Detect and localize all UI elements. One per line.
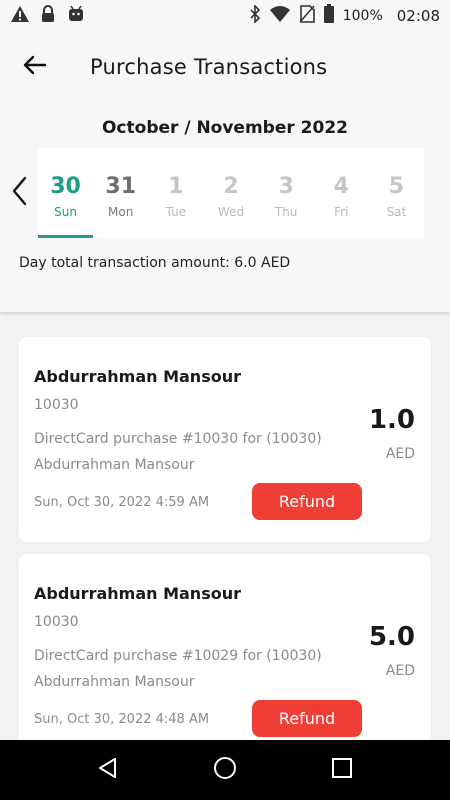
day-tue[interactable]: 1 Tue xyxy=(148,148,203,238)
refund-button[interactable]: Refund xyxy=(252,483,362,520)
transaction-date: Sun, Oct 30, 2022 4:48 AM xyxy=(34,712,210,727)
transaction-description: DirectCard purchase #10029 for (10030) A… xyxy=(34,648,322,690)
back-button[interactable] xyxy=(12,44,58,90)
chevron-left-icon xyxy=(11,176,27,210)
customer-name: Abdurrahman Mansour xyxy=(34,584,241,603)
status-system: 100% 02:08 xyxy=(249,4,440,28)
day-number: 30 xyxy=(50,174,81,199)
home-circle-icon xyxy=(213,756,237,784)
nav-recents-button[interactable] xyxy=(317,745,367,795)
no-sim-icon xyxy=(299,5,315,27)
customer-id: 10030 xyxy=(34,614,79,630)
app-header: Purchase Transactions xyxy=(0,32,450,102)
day-number: 31 xyxy=(105,174,137,199)
transaction-amount: 1.0 xyxy=(368,405,415,435)
lock-icon xyxy=(40,5,56,27)
day-number: 5 xyxy=(388,174,405,199)
bluetooth-icon xyxy=(249,4,261,27)
transaction-description: DirectCard purchase #10030 for (10030) A… xyxy=(34,431,322,473)
day-name: Thu xyxy=(274,205,298,219)
day-name: Sun xyxy=(54,205,77,219)
customer-name: Abdurrahman Mansour xyxy=(34,367,241,386)
date-panel: October / November 2022 30 Sun 31 Mon 1 … xyxy=(0,102,450,312)
android-icon xyxy=(66,5,86,27)
day-total-amount: Day total transaction amount: 6.0 AED xyxy=(19,255,291,271)
battery-level: 100% xyxy=(342,8,383,24)
transaction-card[interactable]: Abdurrahman Mansour 10030 DirectCard pur… xyxy=(19,337,431,542)
navigation-bar xyxy=(0,740,450,800)
day-number: 3 xyxy=(278,174,294,199)
transaction-card[interactable]: Abdurrahman Mansour 10030 DirectCard pur… xyxy=(19,554,431,759)
day-number: 2 xyxy=(223,174,239,199)
arrow-left-icon xyxy=(23,55,47,79)
day-fri[interactable]: 4 Fri xyxy=(314,148,369,238)
recents-square-icon xyxy=(331,758,352,782)
battery-icon xyxy=(323,4,335,28)
day-number: 4 xyxy=(333,174,349,199)
back-triangle-icon xyxy=(97,757,119,783)
day-wed[interactable]: 2 Wed xyxy=(203,148,258,238)
transaction-date: Sun, Oct 30, 2022 4:59 AM xyxy=(34,495,210,510)
day-mon[interactable]: 31 Mon xyxy=(93,148,148,238)
nav-back-button[interactable] xyxy=(83,745,133,795)
wifi-icon xyxy=(269,5,291,27)
refund-button[interactable]: Refund xyxy=(252,700,362,737)
day-strip: 30 Sun 31 Mon 1 Tue 2 Wed 3 Thu 4 Fri 5 … xyxy=(38,148,424,238)
status-bar: 100% 02:08 xyxy=(0,0,450,32)
customer-id: 10030 xyxy=(34,397,79,413)
status-notifications xyxy=(10,5,86,27)
day-number: 1 xyxy=(168,174,184,199)
nav-home-button[interactable] xyxy=(200,745,250,795)
day-name: Sat xyxy=(386,205,407,219)
day-sun[interactable]: 30 Sun xyxy=(38,148,94,238)
month-title: October / November 2022 xyxy=(101,118,348,138)
transaction-currency: AED xyxy=(385,446,415,462)
transaction-currency: AED xyxy=(385,663,415,679)
transaction-amount: 5.0 xyxy=(368,622,415,652)
day-sat[interactable]: 5 Sat xyxy=(369,148,424,238)
previous-week-button[interactable] xyxy=(6,175,32,211)
day-name: Tue xyxy=(165,205,187,219)
warning-icon xyxy=(10,5,30,27)
day-thu[interactable]: 3 Thu xyxy=(259,148,314,238)
day-name: Wed xyxy=(217,205,245,219)
day-name: Mon xyxy=(108,205,134,219)
page-title: Purchase Transactions xyxy=(90,55,328,79)
day-name: Fri xyxy=(334,205,349,219)
status-time: 02:08 xyxy=(396,7,440,25)
